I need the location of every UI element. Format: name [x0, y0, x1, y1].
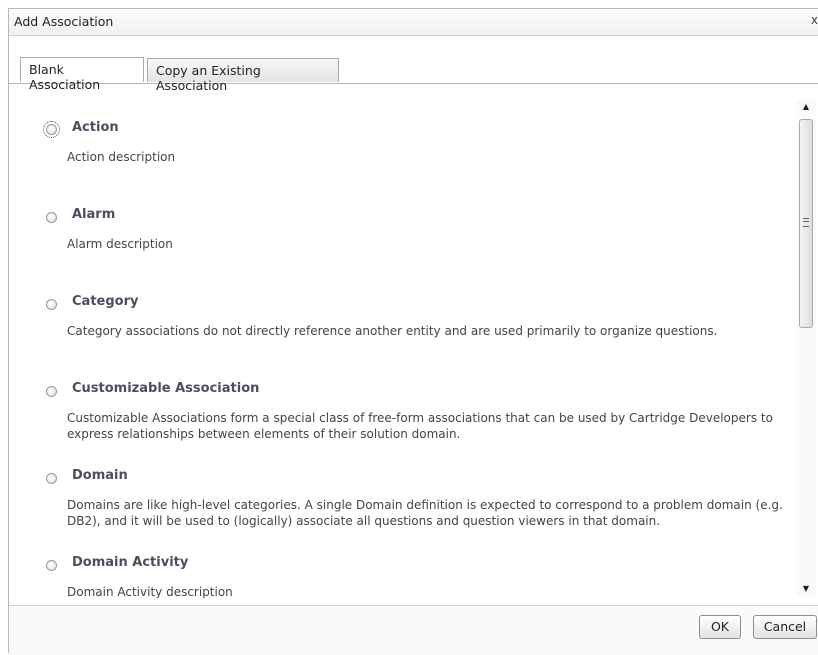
- association-description: Category associations do not directly re…: [67, 324, 718, 338]
- association-description: Domains are like high-level categories. …: [67, 498, 783, 528]
- association-label[interactable]: Alarm: [72, 207, 115, 222]
- cancel-button[interactable]: Cancel: [753, 615, 817, 639]
- scroll-down-arrow-icon[interactable]: ▼: [796, 581, 816, 597]
- add-association-dialog: Add Association x Blank Association Copy…: [8, 8, 818, 655]
- radio-alarm[interactable]: [46, 212, 57, 223]
- scroll-up-arrow-icon[interactable]: ▲: [796, 99, 816, 115]
- radio-domain[interactable]: [46, 473, 57, 484]
- radio-domain-activity[interactable]: [46, 560, 57, 571]
- association-list: Action Action description Alarm Alarm de…: [9, 84, 789, 598]
- dialog-titlebar: Add Association x: [9, 9, 818, 36]
- grip-icon: [803, 218, 809, 227]
- tab-strip: Blank Association Copy an Existing Assoc…: [9, 35, 818, 93]
- close-icon[interactable]: x: [811, 13, 818, 27]
- ok-button[interactable]: OK: [699, 615, 741, 639]
- vertical-scrollbar[interactable]: ▲ ▼: [796, 99, 816, 597]
- radio-action[interactable]: [43, 121, 60, 138]
- radio-customizable-association[interactable]: [46, 386, 57, 397]
- tab-copy-existing-association[interactable]: Copy an Existing Association: [147, 58, 339, 93]
- association-label[interactable]: Customizable Association: [72, 381, 259, 396]
- association-description: Customizable Associations form a special…: [67, 411, 773, 441]
- radio-category[interactable]: [46, 299, 57, 310]
- dialog-title: Add Association: [14, 14, 114, 29]
- association-description: Alarm description: [67, 237, 173, 251]
- association-label[interactable]: Domain: [72, 468, 128, 483]
- tab-blank-association[interactable]: Blank Association: [20, 57, 144, 92]
- scrollbar-thumb[interactable]: [799, 119, 813, 328]
- dialog-footer: [9, 605, 818, 655]
- association-description: Action description: [67, 150, 176, 164]
- association-label[interactable]: Action: [72, 120, 119, 135]
- association-label[interactable]: Category: [72, 294, 138, 309]
- association-label[interactable]: Domain Activity: [72, 555, 188, 570]
- association-description: Domain Activity description: [67, 585, 233, 598]
